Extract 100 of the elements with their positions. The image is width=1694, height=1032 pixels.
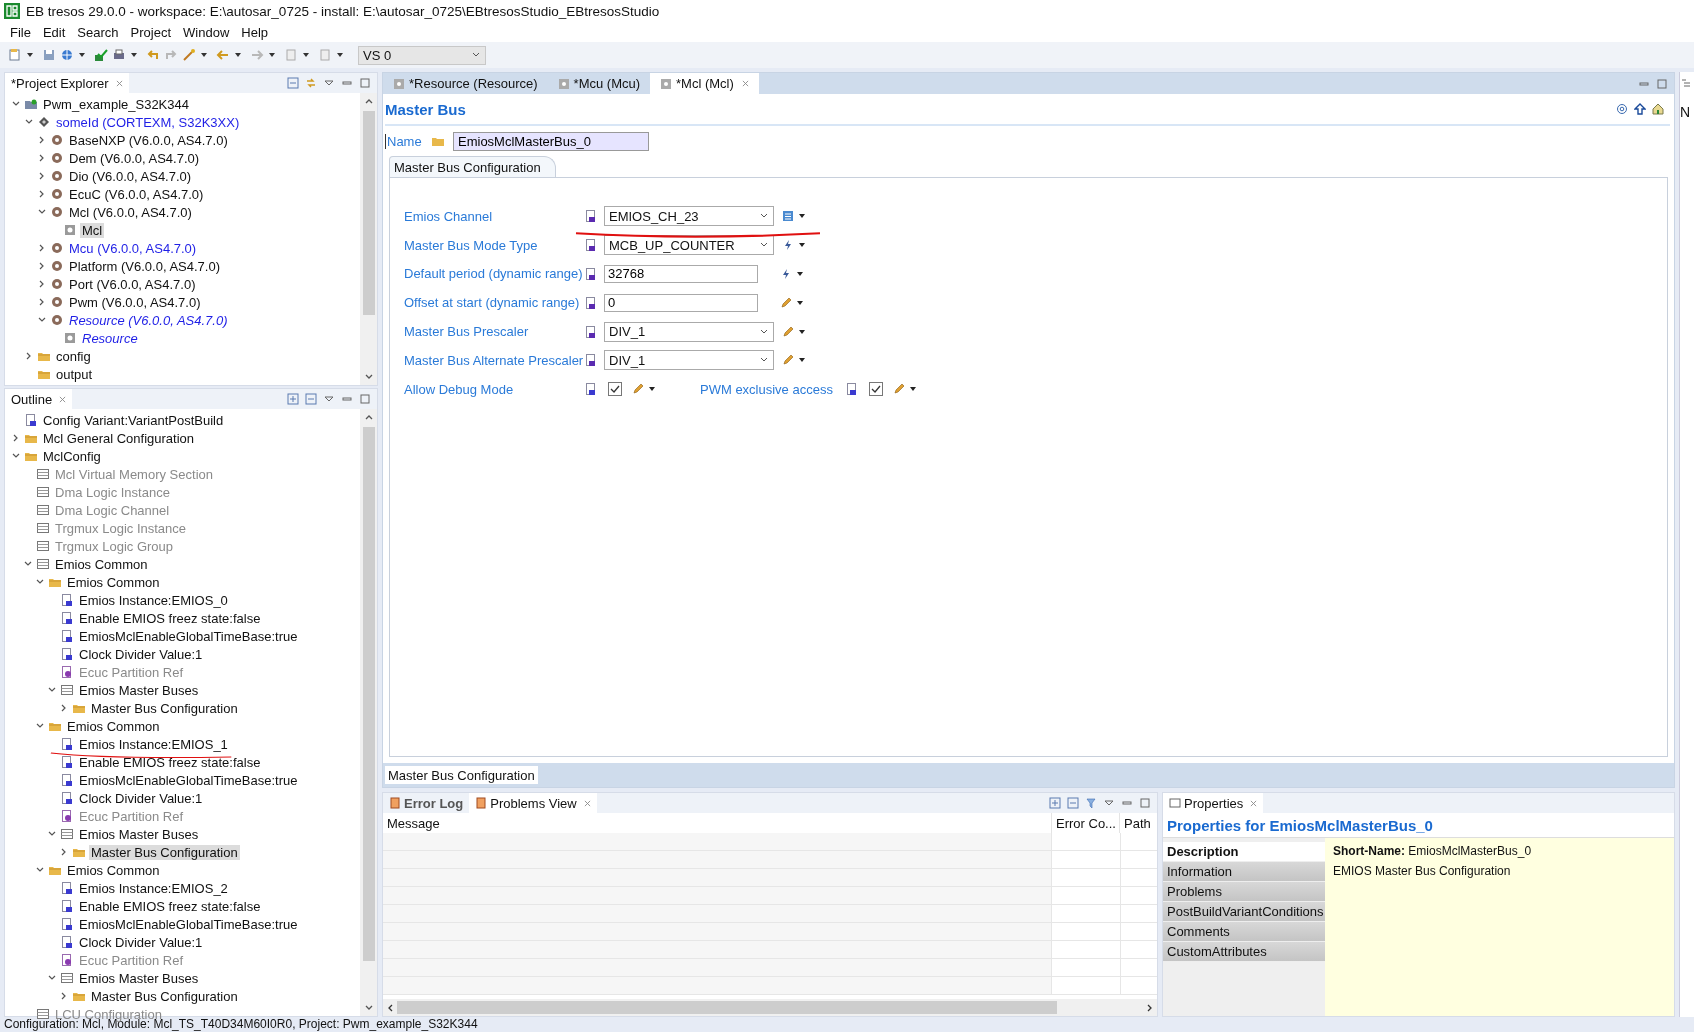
menu-item[interactable]: Project [130,24,172,40]
input-field[interactable]: 32768 [604,265,758,283]
close-icon[interactable] [741,80,749,87]
print-icon[interactable] [112,48,126,62]
close-icon[interactable] [115,79,123,87]
tree-item[interactable]: BaseNXP (V6.0.0, AS4.7.0) [67,132,230,148]
maximize-icon[interactable] [359,77,371,89]
name-field[interactable]: EmiosMclMasterBus_0 [453,131,649,151]
tree-item[interactable]: Emios Common [65,862,162,878]
tree-item[interactable]: Master Bus Configuration [89,844,240,860]
section-tab[interactable]: PostBuildVariantConditions [1163,902,1325,922]
section-tab[interactable]: Description [1163,842,1325,862]
caret-icon[interactable] [26,51,34,59]
caret-icon[interactable] [796,270,804,278]
menu-item[interactable]: Edit [42,24,66,40]
checkmark-icon[interactable] [94,48,108,62]
tree-item[interactable]: Dem (V6.0.0, AS4.7.0) [67,150,202,166]
collapse-icon[interactable] [287,77,299,89]
calculator-icon[interactable] [782,210,794,223]
page-tab[interactable]: Master Bus Configuration [385,766,538,784]
column-header[interactable]: Path [1119,813,1157,833]
tree-item[interactable]: output [54,366,95,382]
tree-item[interactable]: EcuC (V6.0.0, AS4.7.0) [67,186,206,202]
tree-item[interactable]: someId (CORTEXM, S32K3XX) [54,114,242,130]
caret-icon[interactable] [234,51,242,59]
close-icon[interactable] [583,799,591,807]
collapse-icon[interactable] [305,393,317,405]
tree-item[interactable]: Master Bus Configuration [89,700,240,716]
tree-item[interactable]: Emios Master Buses [77,682,201,698]
maximize-icon[interactable] [1139,797,1151,809]
dropdown[interactable]: DIV_1 [604,350,774,371]
home-icon[interactable] [1652,103,1664,115]
lightning-icon[interactable] [780,268,792,280]
horizontal-scrollbar[interactable] [383,999,1157,1016]
caret-icon[interactable] [78,51,86,59]
menu-item[interactable]: Help [241,24,269,40]
section-tab[interactable]: Information [1163,862,1325,882]
section-tab[interactable]: Comments [1163,922,1325,942]
variant-dropdown[interactable]: VS 0 [358,45,486,65]
expand-all-icon[interactable] [1049,797,1061,809]
dropdown[interactable]: EMIOS_CH_23 [604,206,774,227]
column-header[interactable]: Error Co... [1051,813,1119,833]
caret-icon[interactable] [302,51,310,59]
tree-item[interactable]: Emios Common [65,718,162,734]
tree-item[interactable]: Emios Instance:EMIOS_0 [77,592,230,608]
close-icon[interactable] [1250,799,1258,807]
editor-tab[interactable]: *Mcu (Mcu) [547,73,651,94]
caret-icon[interactable] [336,51,344,59]
input-field[interactable]: 0 [604,293,758,312]
up-arrow-icon[interactable] [1634,103,1646,115]
tree-item[interactable]: Dio (V6.0.0, AS4.7.0) [67,168,194,184]
checkbox[interactable] [608,382,622,397]
tree-item[interactable]: Mcl (V6.0.0, AS4.7.0) [67,204,194,220]
view-tab[interactable]: Outline [5,389,73,409]
close-icon[interactable] [59,395,67,403]
view-tab[interactable]: *Project Explorer [5,73,129,93]
vertical-scrollbar[interactable] [360,93,377,385]
tree-item[interactable]: Pwm (V6.0.0, AS4.7.0) [67,294,203,310]
section-tab[interactable]: CustomAttributes [1163,942,1325,962]
vertical-scrollbar[interactable] [360,409,377,1016]
tree-item[interactable]: config [54,348,93,364]
section-tab[interactable]: Problems [1163,882,1325,902]
tree-item[interactable]: Port (V6.0.0, AS4.7.0) [67,276,198,292]
tree-item[interactable]: Emios Instance:EMIOS_2 [77,880,230,896]
lightning-icon[interactable] [782,239,794,252]
save-icon[interactable] [42,48,56,62]
filter-icon[interactable] [1085,797,1097,809]
tree-item[interactable]: Mcu (V6.0.0, AS4.7.0) [67,240,199,256]
view-tab[interactable]: Properties [1163,793,1264,813]
tree-item[interactable]: Emios Master Buses [77,970,201,986]
tree-item[interactable]: Emios Instance:EMIOS_1 [77,736,230,752]
tree-item[interactable]: Clock Divider Value:1 [77,934,205,950]
column-header[interactable]: Message [383,813,1051,833]
caret-icon[interactable] [200,51,208,59]
tree-item[interactable]: MclConfig [41,448,103,464]
tree-item[interactable]: Emios Common [65,574,162,590]
tree-item[interactable]: Mcl [80,222,105,238]
tree-item[interactable]: Enable EMIOS freez state:false [77,898,263,914]
checkbox[interactable] [868,382,883,397]
tree-item[interactable]: Emios Master Buses [77,826,201,842]
tree-item[interactable]: Enable EMIOS freez state:false [77,754,263,770]
caret-icon[interactable] [268,51,276,59]
view-tab[interactable]: Problems View [469,793,597,813]
tree-item[interactable]: Config Variant:VariantPostBuild [41,412,226,428]
expand-all-icon[interactable] [287,393,299,405]
tree-item[interactable]: EmiosMclEnableGlobalTimeBase:true [77,628,300,644]
caret-icon[interactable] [130,51,138,59]
tree-item[interactable]: Resource [80,330,140,346]
menu-item[interactable]: Window [183,24,230,40]
editor-tab[interactable]: *Mcl (Mcl) [650,73,759,94]
group-tab[interactable]: Master Bus Configuration [389,156,556,177]
view-tab[interactable]: Error Log [383,793,470,813]
tree-item[interactable]: Clock Divider Value:1 [77,790,205,806]
menu-item[interactable]: File [10,24,31,40]
tree-item[interactable]: Platform (V6.0.0, AS4.7.0) [67,258,223,274]
tree-item[interactable]: Pwm_example_S32K344 [41,96,191,112]
caret-icon[interactable] [796,298,804,307]
tree-item[interactable]: Enable EMIOS freez state:false [77,610,263,626]
menu-item[interactable]: Search [77,24,119,40]
collapse-icon[interactable] [1067,797,1079,809]
